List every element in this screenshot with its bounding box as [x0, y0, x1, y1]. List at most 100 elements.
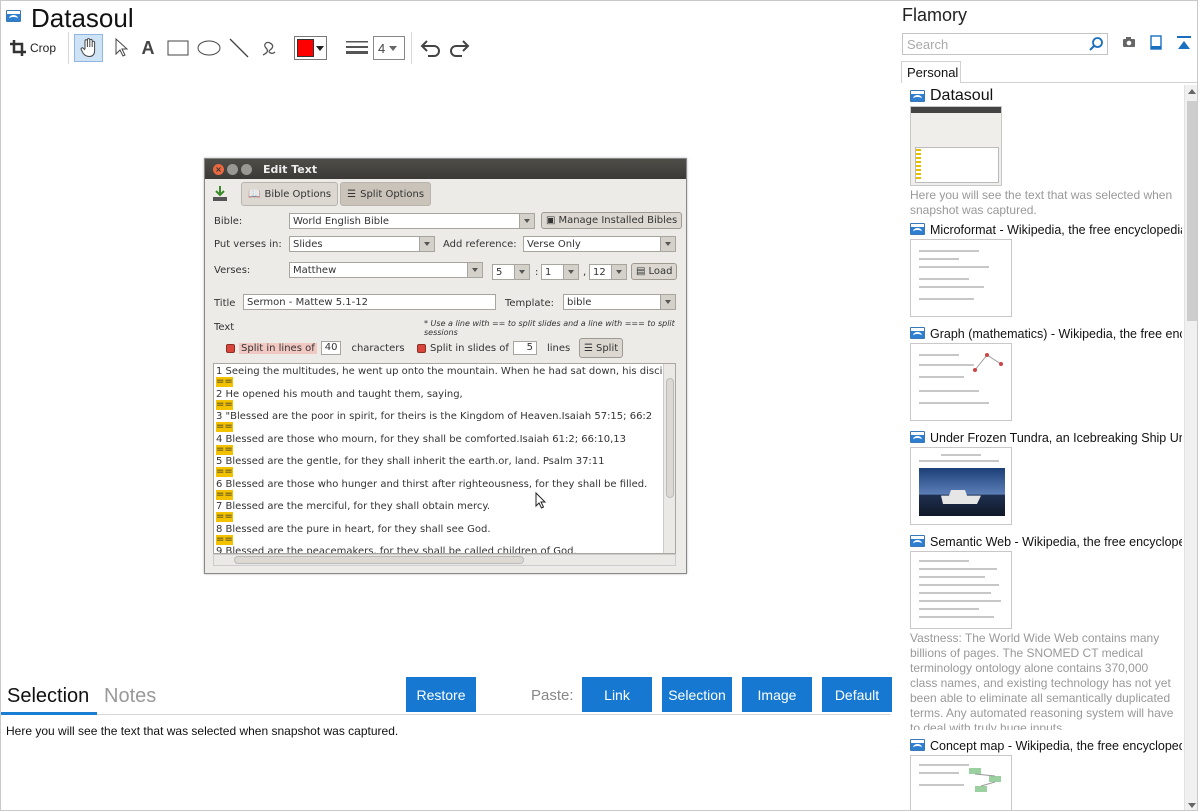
undo-button[interactable]	[417, 34, 443, 62]
manage-bibles-label: Manage Installed Bibles	[558, 215, 678, 226]
ellipse-icon	[197, 40, 221, 56]
crop-button[interactable]: Crop	[7, 34, 59, 62]
put-verses-value: Slides	[293, 238, 323, 250]
scroll-down-arrow-icon[interactable]	[1188, 803, 1196, 808]
line-icon	[229, 38, 249, 58]
rectangle-tool-button[interactable]	[165, 34, 191, 62]
paste-image-button[interactable]: Image	[742, 677, 812, 712]
verse-line: 4 Blessed are those who mourn, for they …	[216, 433, 627, 445]
flamory-sidebar: Flamory Search Personal Datasoul Here yo…	[898, 1, 1197, 810]
slide-separator: ==	[216, 488, 233, 500]
collapse-top-icon[interactable]	[1176, 35, 1192, 51]
select-tool-button[interactable]	[109, 34, 133, 62]
verse-line: 5 Blessed are the gentle, for they shall…	[216, 456, 605, 467]
color-dropdown[interactable]	[294, 36, 327, 60]
pan-tool-button[interactable]	[74, 34, 103, 62]
crop-icon	[9, 40, 26, 56]
list-item-thumbnail	[910, 447, 1012, 525]
list-item-frozen-tundra[interactable]: Under Frozen Tundra, an Icebreaking Ship…	[910, 431, 1182, 526]
restore-button[interactable]: Restore	[406, 677, 476, 712]
tab-bible-options: 📖 Bible Options	[241, 182, 339, 206]
load-icon: ▤	[636, 266, 646, 277]
verse-line: 3 "Blessed are the poor in spirit, for t…	[216, 411, 653, 422]
search-icon[interactable]	[1088, 36, 1104, 52]
split-label: Split	[595, 342, 619, 354]
manage-bibles-button: ▣ Manage Installed Bibles	[541, 212, 683, 229]
tab-notes[interactable]: Notes	[104, 685, 156, 708]
list-item-concept-map[interactable]: Concept map - Wikipedia, the free encycl…	[910, 739, 1182, 810]
toolbar-divider	[411, 32, 412, 64]
text-tool-icon: A	[141, 37, 155, 58]
sidebar-scrollbar[interactable]	[1184, 85, 1197, 810]
add-reference-label: Add reference:	[443, 238, 517, 250]
list-item-semantic-web[interactable]: Semantic Web - Wikipedia, the free encyc…	[910, 535, 1182, 735]
datasoul-doc-icon	[6, 10, 21, 22]
list-item-title: Microformat - Wikipedia, the free encycl…	[930, 223, 1182, 237]
document-icon[interactable]	[1149, 35, 1163, 51]
freehand-tool-button[interactable]	[257, 34, 281, 62]
paste-selection-button[interactable]: Selection	[662, 677, 732, 712]
annotation-toolbar: Crop A 4	[7, 32, 477, 64]
text-tool-button[interactable]: A	[137, 34, 159, 62]
line-width-select[interactable]: 4	[373, 34, 405, 62]
text-label: Text	[214, 321, 235, 333]
redo-button[interactable]	[447, 34, 473, 62]
add-reference-value: Verse Only	[527, 238, 581, 250]
textarea-horizontal-scrollbar	[213, 554, 676, 566]
minimize-window-icon	[227, 163, 238, 175]
split-list-icon: ☰	[347, 188, 357, 200]
template-combo: bible	[563, 294, 676, 310]
search-input[interactable]: Search	[902, 33, 1108, 55]
webpage-icon	[910, 223, 925, 235]
tab-selection[interactable]: Selection	[7, 685, 89, 708]
camera-icon[interactable]	[1122, 35, 1136, 49]
edit-text-tabs: 📖 Bible Options ☰ Split Options	[205, 181, 686, 207]
hand-icon	[80, 38, 95, 58]
split-slides-label: Split in slides of	[430, 342, 509, 354]
verses-chapter-value: 5	[496, 266, 503, 278]
color-picker[interactable]	[294, 34, 327, 62]
tab-divider	[961, 82, 1197, 83]
split-lines-row: Split in lines of 40 characters	[226, 340, 405, 356]
title-field: Sermon - Mattew 5.1-12	[243, 294, 496, 310]
color-swatch	[297, 39, 314, 57]
list-item-datasoul[interactable]: Datasoul Here you will see the text that…	[910, 87, 1182, 217]
scroll-up-arrow-icon[interactable]	[1188, 89, 1196, 94]
paste-default-button[interactable]: Default	[822, 677, 892, 712]
sidebar-title: Flamory	[902, 5, 968, 25]
verse-line: 9 Blessed are the peacemakers, for they …	[216, 546, 577, 554]
list-item-thumbnail	[910, 106, 1002, 186]
split-slides-checkbox	[417, 343, 426, 353]
textarea-vertical-scrollbar	[663, 364, 675, 553]
title-label: Title	[214, 297, 236, 309]
tab-split-options: ☰ Split Options	[340, 182, 432, 206]
edit-text-title: Edit Text	[263, 162, 318, 176]
verses-chapter-combo: 5	[492, 264, 530, 280]
edit-text-titlebar: × Edit Text	[205, 159, 686, 179]
slide-separator: ==	[216, 511, 233, 522]
list-item-thumbnail	[910, 343, 1012, 421]
list-item-title: Semantic Web - Wikipedia, the free encyc…	[930, 535, 1182, 549]
crop-label: Crop	[29, 41, 56, 55]
line-width-icon	[346, 41, 368, 54]
list-item-graph-mathematics[interactable]: Graph (mathematics) - Wikipedia, the fre…	[910, 327, 1182, 422]
line-tool-button[interactable]	[227, 34, 251, 62]
selection-text: Here you will see the text that was sele…	[6, 724, 399, 738]
title-value: Sermon - Mattew 5.1-12	[247, 296, 368, 308]
app-window: Datasoul Crop A 4 × Edit Text 📖 Bible Op…	[0, 0, 1198, 811]
paste-link-button[interactable]: Link	[582, 677, 652, 712]
ellipse-tool-button[interactable]	[196, 34, 222, 62]
list-item-microformat[interactable]: Microformat - Wikipedia, the free encycl…	[910, 223, 1182, 318]
put-verses-combo: Slides	[289, 236, 435, 252]
slide-separator: ==	[216, 398, 233, 410]
verses-from-combo: 1	[541, 264, 579, 280]
lines-label: lines	[546, 342, 571, 354]
chevron-down-icon	[316, 45, 324, 51]
sidebar-scroll-thumb[interactable]	[1187, 101, 1197, 321]
tab-personal[interactable]: Personal	[901, 61, 961, 83]
line-width-button[interactable]	[345, 34, 369, 62]
verse-line: 8 Blessed are the pure in heart, for the…	[216, 523, 491, 535]
verses-from-value: 1	[545, 266, 552, 278]
mouse-cursor-icon	[535, 492, 547, 509]
verses-textarea: 1 Seeing the multitudes, he went up onto…	[213, 363, 676, 554]
